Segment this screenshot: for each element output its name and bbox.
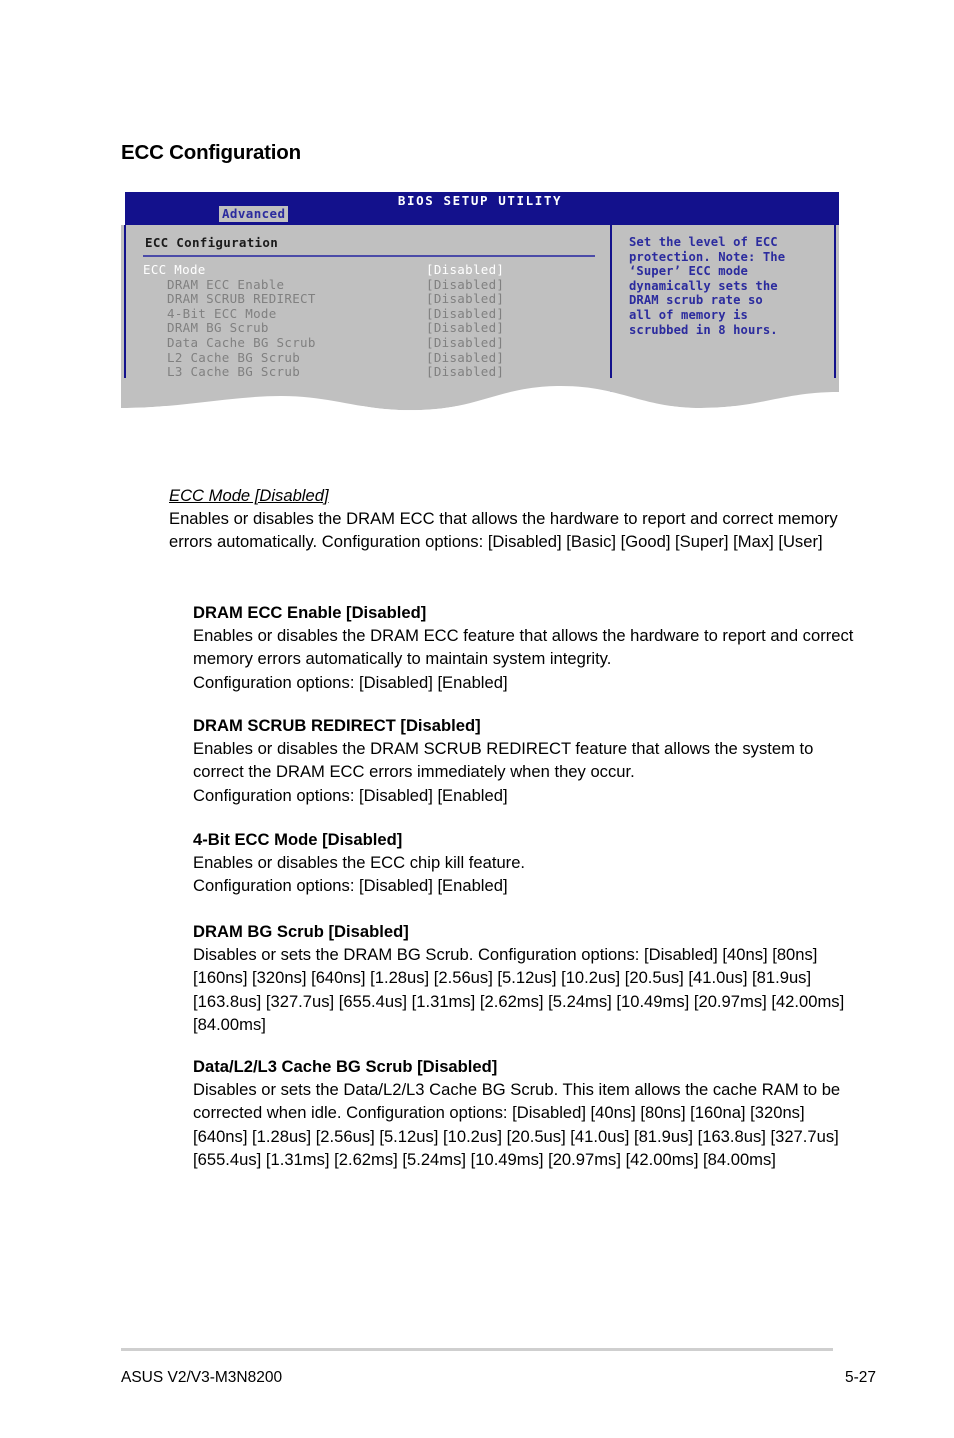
doc-section-body: Disables or sets the DRAM BG Scrub. Conf… (193, 945, 845, 1034)
bios-setting-label: DRAM BG Scrub (167, 320, 269, 336)
torn-edge-decoration (121, 378, 839, 424)
doc-section-heading: DRAM ECC Enable [Disabled] (193, 603, 427, 622)
doc-section-heading: Data/L2/L3 Cache BG Scrub [Disabled] (193, 1057, 498, 1076)
bios-tab-advanced[interactable]: Advanced (219, 206, 289, 222)
bios-setting-label: L2 Cache BG Scrub (167, 349, 301, 365)
bios-setting-row[interactable]: Data Cache BG Scrub [Disabled] (143, 335, 595, 350)
bios-screenshot-figure: BIOS SETUP UTILITY Advanced ECC Configur… (121, 192, 839, 424)
bios-settings-list: ECC Mode [Disabled] DRAM ECC Enable [Disabl… (143, 262, 595, 379)
bios-setting-row[interactable]: DRAM ECC Enable [Disabled] (143, 277, 595, 292)
doc-section: 4-Bit ECC Mode [Disabled] Enables or disa… (193, 828, 861, 898)
bios-help-text: Set the level of ECC protection. Note: T… (629, 235, 786, 337)
bios-setting-value[interactable]: [Disabled] (426, 262, 504, 277)
doc-section-heading: 4-Bit ECC Mode [Disabled] (193, 830, 403, 849)
doc-section-heading: DRAM SCRUB REDIRECT [Disabled] (193, 716, 481, 735)
doc-section: DRAM ECC Enable [Disabled] Enables or dis… (193, 601, 861, 694)
doc-section-body: Enables or disables the DRAM SCRUB REDIR… (193, 739, 814, 805)
bios-setting-label: ECC Mode (143, 262, 206, 277)
bios-setting-label: 4-Bit ECC Mode (167, 305, 277, 321)
bios-setting-value[interactable]: [Disabled] (426, 350, 504, 365)
doc-section-heading: DRAM BG Scrub [Disabled] (193, 922, 409, 941)
bios-settings-pane-rule (143, 255, 595, 257)
footer-divider (121, 1348, 833, 1351)
doc-section: Data/L2/L3 Cache BG Scrub [Disabled] Disa… (193, 1055, 861, 1171)
doc-section-heading: ECC Mode [Disabled] (169, 486, 329, 505)
bios-setting-row[interactable]: L2 Cache BG Scrub [Disabled] (143, 350, 595, 365)
bios-setting-value[interactable]: [Disabled] (426, 320, 504, 335)
bios-title-bar: BIOS SETUP UTILITY Advanced (121, 192, 839, 225)
bios-setting-label: DRAM ECC Enable (167, 276, 285, 292)
bios-setting-row[interactable]: DRAM SCRUB REDIRECT [Disabled] (143, 291, 595, 306)
bios-setting-label: DRAM SCRUB REDIRECT (167, 291, 316, 307)
bios-setting-row[interactable]: L3 Cache BG Scrub [Disabled] (143, 364, 595, 379)
doc-section-body: Enables or disables the DRAM ECC feature… (193, 626, 854, 692)
bios-setting-value[interactable]: [Disabled] (426, 291, 504, 306)
bios-settings-pane-title: ECC Configuration (145, 235, 279, 250)
doc-section-body: Enables or disables the DRAM ECC that al… (169, 509, 838, 552)
bios-setting-label: L3 Cache BG Scrub (167, 364, 301, 380)
bios-setting-value[interactable]: [Disabled] (426, 364, 504, 379)
doc-section-body: Disables or sets the Data/L2/L3 Cache BG… (193, 1080, 841, 1169)
bios-screen: BIOS SETUP UTILITY Advanced ECC Configur… (121, 192, 839, 406)
page-title: ECC Configuration (121, 141, 301, 164)
bios-setting-value[interactable]: [Disabled] (426, 277, 504, 292)
doc-section: DRAM BG Scrub [Disabled] Disables or sets… (193, 920, 861, 1036)
bios-setting-value[interactable]: [Disabled] (426, 335, 504, 350)
bios-setting-row[interactable]: 4-Bit ECC Mode [Disabled] (143, 306, 595, 321)
doc-section: DRAM SCRUB REDIRECT [Disabled] Enables or… (193, 714, 861, 807)
footer-page-number: 5-27 (845, 1369, 877, 1386)
footer-product-name: ASUS V2/V3-M3N8200 (121, 1369, 283, 1386)
bios-setting-label: Data Cache BG Scrub (167, 334, 316, 350)
doc-section-body: Enables or disables the ECC chip kill fe… (193, 853, 526, 896)
document-page: ECC Configuration BIOS SETUP UTILITY Adv… (0, 0, 954, 1438)
bios-setting-row[interactable]: DRAM BG Scrub [Disabled] (143, 320, 595, 335)
doc-section: ECC Mode [Disabled] Enables or disables t… (169, 484, 859, 554)
bios-setting-row[interactable]: ECC Mode [Disabled] (143, 262, 595, 277)
bios-setting-value[interactable]: [Disabled] (426, 306, 504, 321)
